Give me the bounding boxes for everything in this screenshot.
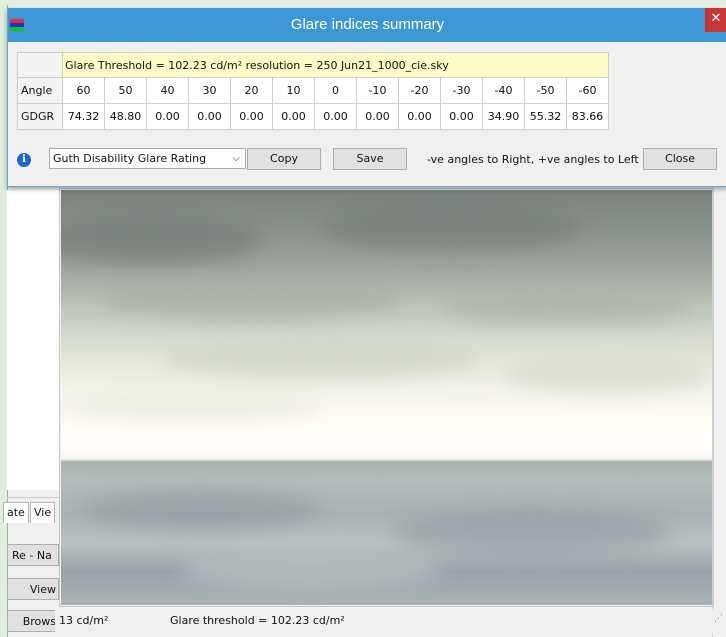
side-panel xyxy=(7,190,59,490)
angle-cell: -60 xyxy=(566,77,609,104)
cloud-shade xyxy=(161,340,481,380)
gdgr-cell: 0.00 xyxy=(398,103,441,130)
dialog-controls: i Guth Disability Glare Rating ⌵ Copy Sa… xyxy=(8,148,726,174)
glare-summary-dialog: Glare indices summary ✕ Glare Threshold … xyxy=(7,8,726,187)
angle-row: Angle 60 50 40 30 20 10 0 -10 -20 -30 -4… xyxy=(17,77,609,104)
ground-shade xyxy=(391,510,671,555)
gdgr-cell: 0.00 xyxy=(440,103,483,130)
luminance-readout: 13 cd/m² xyxy=(59,614,109,627)
close-button[interactable]: Close xyxy=(643,148,717,170)
info-icon[interactable]: i xyxy=(17,153,31,167)
gdgr-cell: 0.00 xyxy=(314,103,357,130)
angle-cell: -30 xyxy=(440,77,483,104)
close-icon[interactable]: ✕ xyxy=(705,8,726,32)
browse-button[interactable]: Brows xyxy=(7,610,59,632)
ground-shade xyxy=(81,490,321,530)
angle-cell: 60 xyxy=(62,77,105,104)
resize-grip-icon[interactable]: ⋰ xyxy=(714,607,723,631)
angle-cell: 50 xyxy=(104,77,147,104)
right-scroll-strip xyxy=(712,190,726,637)
side-tabs: ate Vie xyxy=(3,497,59,523)
chevron-down-icon[interactable]: ⌵ xyxy=(232,149,240,168)
status-bar: 13 cd/m² Glare threshold = 102.23 cd/m² … xyxy=(55,609,726,633)
angle-cell: -10 xyxy=(356,77,399,104)
copy-button[interactable]: Copy xyxy=(247,148,321,170)
table-corner-cell xyxy=(17,52,63,78)
cloud-shade xyxy=(101,280,401,320)
render-viewport[interactable] xyxy=(61,190,712,605)
cloud-shade xyxy=(501,355,711,393)
angle-row-label: Angle xyxy=(17,77,63,104)
angle-direction-hint: -ve angles to Right, +ve angles to Left xyxy=(427,153,639,166)
gdgr-row: GDGR 74.32 48.80 0.00 0.00 0.00 0.00 0.0… xyxy=(17,103,609,130)
gdgr-cell: 48.80 xyxy=(104,103,147,130)
gdgr-cell: 34.90 xyxy=(482,103,525,130)
angle-cell: 40 xyxy=(146,77,189,104)
angle-cell: 20 xyxy=(230,77,273,104)
cloud-shade xyxy=(441,290,691,325)
angle-cell: -40 xyxy=(482,77,525,104)
save-button[interactable]: Save xyxy=(333,148,407,170)
gdgr-cell: 0.00 xyxy=(188,103,231,130)
rating-select[interactable]: Guth Disability Glare Rating ⌵ xyxy=(49,148,246,169)
angle-cell: 0 xyxy=(314,77,357,104)
gdgr-cell: 0.00 xyxy=(272,103,315,130)
cloud-shade xyxy=(61,215,261,265)
gdgr-cell: 0.00 xyxy=(356,103,399,130)
tab-partial-left[interactable]: ate xyxy=(3,502,29,523)
view-button[interactable]: View xyxy=(7,578,59,600)
rating-select-value: Guth Disability Glare Rating xyxy=(53,152,207,165)
gdgr-cell: 74.32 xyxy=(62,103,105,130)
angle-cell: -50 xyxy=(524,77,567,104)
cloud-shade xyxy=(321,205,581,250)
threshold-info: Glare Threshold = 102.23 cd/m² resolutio… xyxy=(62,52,609,78)
angle-cell: 30 xyxy=(188,77,231,104)
threshold-readout: Glare threshold = 102.23 cd/m² xyxy=(170,614,345,627)
angle-cell: -20 xyxy=(398,77,441,104)
angle-cell: 10 xyxy=(272,77,315,104)
glare-table: Glare Threshold = 102.23 cd/m² resolutio… xyxy=(17,52,609,130)
ground-shade xyxy=(181,550,441,590)
gdgr-cell: 83.66 xyxy=(566,103,609,130)
gdgr-cell: 0.00 xyxy=(230,103,273,130)
tab-view[interactable]: Vie xyxy=(30,502,56,523)
gdgr-row-label: GDGR xyxy=(17,103,63,130)
rename-button[interactable]: Re - Na xyxy=(7,544,59,566)
gdgr-cell: 55.32 xyxy=(524,103,567,130)
gdgr-cell: 0.00 xyxy=(146,103,189,130)
cloud-shade xyxy=(61,390,321,420)
dialog-titlebar[interactable]: Glare indices summary ✕ xyxy=(8,8,726,42)
dialog-title: Glare indices summary xyxy=(290,16,445,33)
